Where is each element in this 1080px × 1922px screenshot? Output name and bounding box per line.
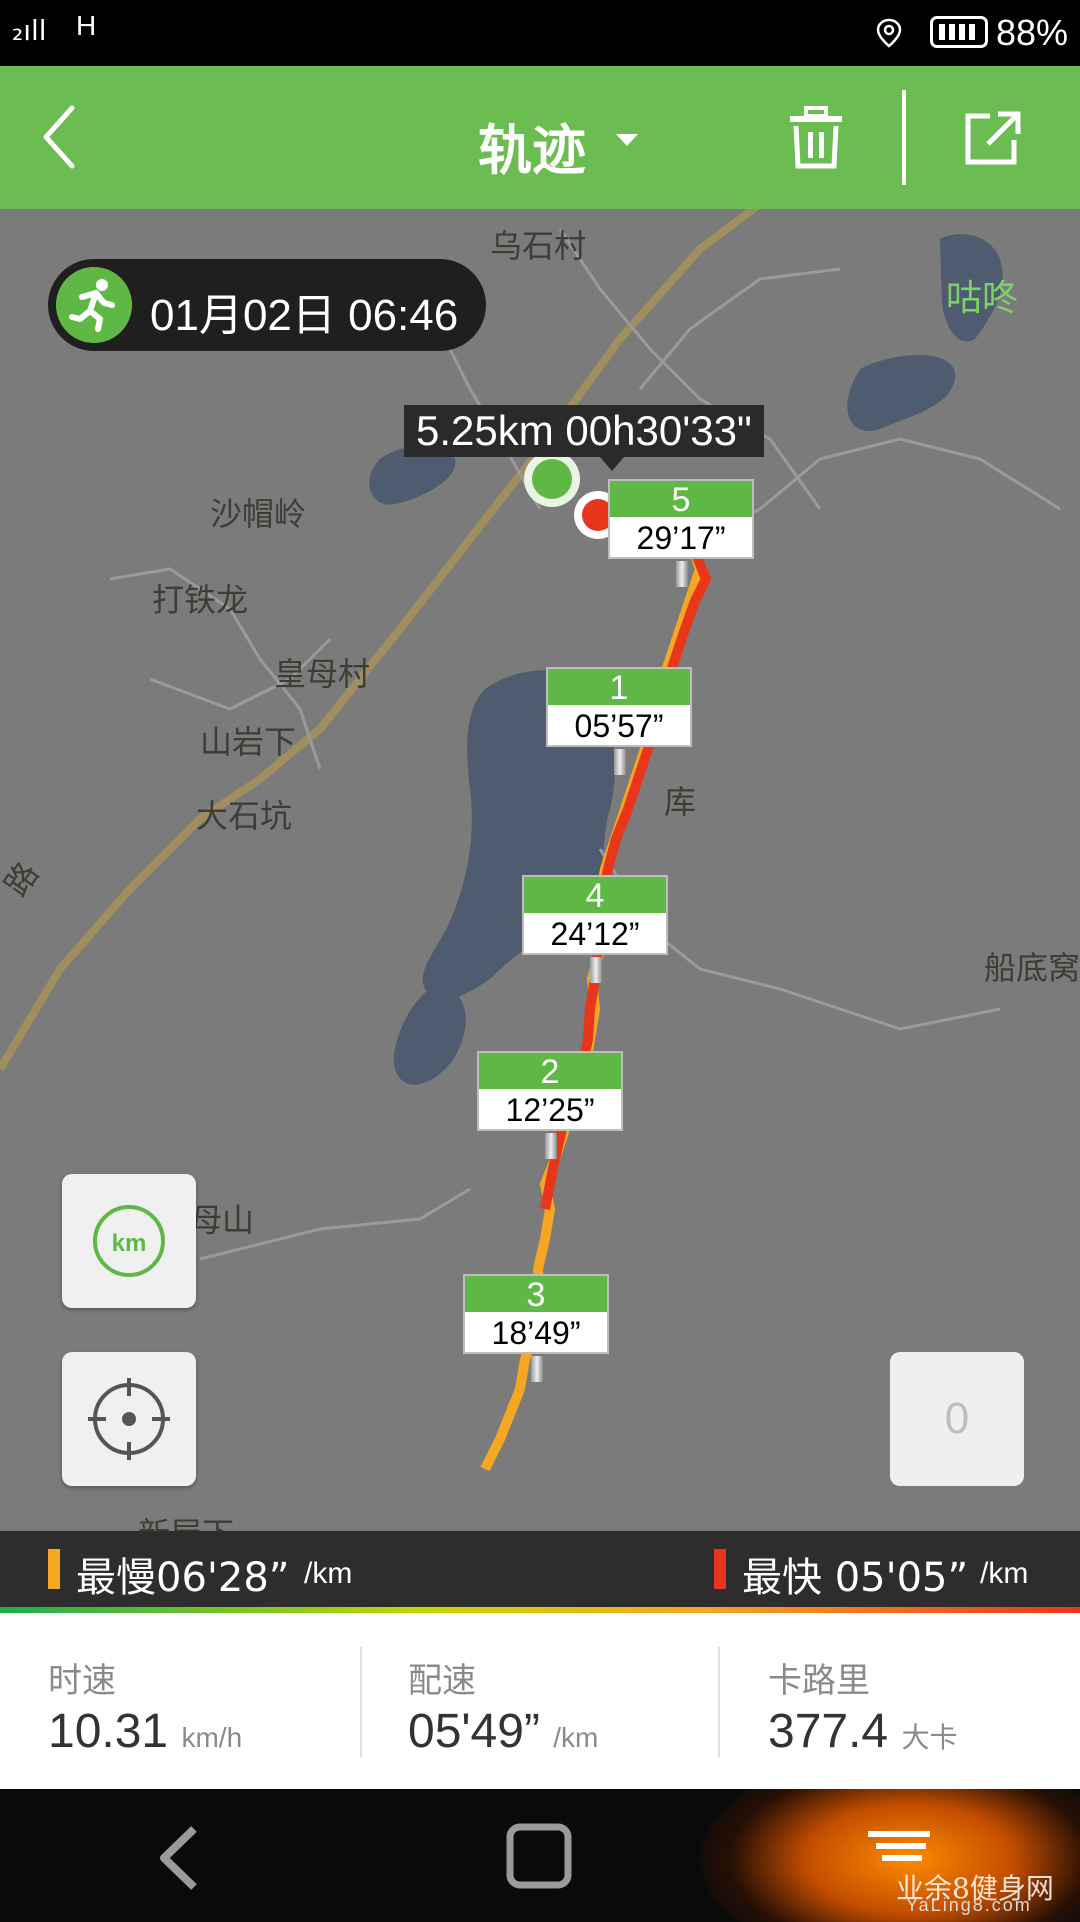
stat-unit: km/h <box>181 1722 243 1753</box>
km-marker-number: 3 <box>465 1276 607 1314</box>
map-place-label: 乌石村 <box>490 227 587 265</box>
runner-icon <box>56 267 132 343</box>
share-icon[interactable] <box>960 106 1024 170</box>
crosshair-icon <box>88 1378 170 1460</box>
km-marker[interactable]: 5 29’17” <box>608 479 754 587</box>
map-place-label: 船底窝 <box>984 949 1080 987</box>
slowest-pace: 最慢06'28” <box>76 1555 290 1601</box>
status-bar: ₂ıll H 88% <box>0 0 1080 66</box>
nav-home-icon[interactable] <box>504 1821 574 1891</box>
km-marker[interactable]: 1 05’57” <box>546 667 692 775</box>
zero-button[interactable]: 0 <box>890 1352 1024 1486</box>
km-marker-pole <box>531 1356 543 1382</box>
route-summary-tooltip: 5.25km 00h30'33" <box>404 405 764 471</box>
network-type-label: H <box>76 10 97 41</box>
pace-legend: 最慢06'28” /km 最快 05'05” /km <box>0 1531 1080 1607</box>
dropdown-caret-icon[interactable] <box>616 134 638 146</box>
header-divider <box>902 90 906 185</box>
fastest-pace-unit: /km <box>980 1557 1029 1590</box>
km-marker-number: 5 <box>610 481 752 519</box>
km-marker-split-time: 29’17” <box>636 520 726 556</box>
signal-icon: ₂ıll <box>12 14 47 47</box>
stat-label: 时速 <box>48 1661 116 1701</box>
battery-percent: 88% <box>996 12 1069 53</box>
map-place-label: 大石坑 <box>196 797 293 835</box>
map-place-label: 咕咚 <box>946 278 1019 319</box>
stat-value: 377.4 <box>768 1705 889 1758</box>
km-marker-split-time: 12’25” <box>505 1092 595 1128</box>
stat-value: 05'49” <box>408 1705 540 1758</box>
stat-divider <box>718 1647 720 1757</box>
locate-button[interactable] <box>62 1352 196 1486</box>
km-marker[interactable]: 2 12’25” <box>477 1051 623 1159</box>
km-marker-number: 2 <box>479 1053 621 1091</box>
stat-unit: 大卡 <box>901 1722 958 1753</box>
back-arrow-icon[interactable] <box>40 102 80 172</box>
km-marker-number: 1 <box>548 669 690 707</box>
stat-unit: /km <box>553 1722 599 1753</box>
km-marker-pole <box>545 1133 557 1159</box>
map-place-label: 打铁龙 <box>152 581 249 619</box>
stat-label: 配速 <box>408 1661 476 1701</box>
map-place-label: 沙帽岭 <box>210 495 307 533</box>
stat-calories: 卡路里 377.4 大卡 <box>768 1653 957 1759</box>
km-circle-icon: km <box>93 1205 165 1277</box>
slow-pace-swatch <box>48 1549 60 1589</box>
stat-value: 10.31 <box>48 1705 169 1758</box>
activity-datetime: 01月02日 06:46 <box>150 291 459 340</box>
km-marker[interactable]: 3 18’49” <box>463 1274 609 1382</box>
stat-speed: 时速 10.31 km/h <box>48 1653 242 1759</box>
system-nav-bar: 业余8健身网 YaLing8.com <box>0 1789 1080 1922</box>
page-title[interactable]: 轨迹 <box>478 106 586 185</box>
battery-icon <box>930 16 988 48</box>
stat-divider <box>360 1647 362 1757</box>
fastest-pace: 最快 05'05” <box>742 1555 969 1601</box>
map-view[interactable]: 乌石村 咕咚 沙帽岭 打铁龙 皇母村 山岩下 大石坑 库 船底窝 母山 新屋下 … <box>0 209 1080 1613</box>
fast-pace-swatch <box>714 1549 726 1589</box>
km-toggle-label: km <box>112 1230 147 1257</box>
stat-label: 卡路里 <box>768 1661 870 1701</box>
nav-back-icon[interactable] <box>154 1823 204 1893</box>
stat-pace: 配速 05'49” /km <box>408 1653 598 1759</box>
map-place-label: 母山 <box>190 1201 255 1239</box>
slowest-pace-unit: /km <box>304 1557 353 1590</box>
trash-icon[interactable] <box>784 106 848 170</box>
km-marker-pole <box>614 749 626 775</box>
km-marker-pole <box>676 561 688 587</box>
km-marker[interactable]: 4 24’12” <box>522 875 668 983</box>
km-marker-pole <box>590 957 602 983</box>
map-place-label: 山岩下 <box>200 723 297 761</box>
location-icon <box>876 18 902 48</box>
km-marker-split-time: 05’57” <box>574 708 664 744</box>
km-marker-number: 4 <box>524 877 666 915</box>
stats-panel: 时速 10.31 km/h 配速 05'49” /km 卡路里 377.4 大卡 <box>0 1613 1080 1789</box>
watermark-url: YaLing8.com <box>906 1895 1032 1915</box>
km-marker-split-time: 18’49” <box>491 1315 581 1351</box>
km-marker-split-time: 24’12” <box>550 916 640 952</box>
km-toggle-button[interactable]: km <box>62 1174 196 1308</box>
app-header: 轨迹 <box>0 66 1080 209</box>
map-place-label: 库 <box>664 783 697 821</box>
activity-date-pill: 01月02日 06:46 <box>48 259 486 351</box>
map-place-label: 皇母村 <box>274 655 371 693</box>
